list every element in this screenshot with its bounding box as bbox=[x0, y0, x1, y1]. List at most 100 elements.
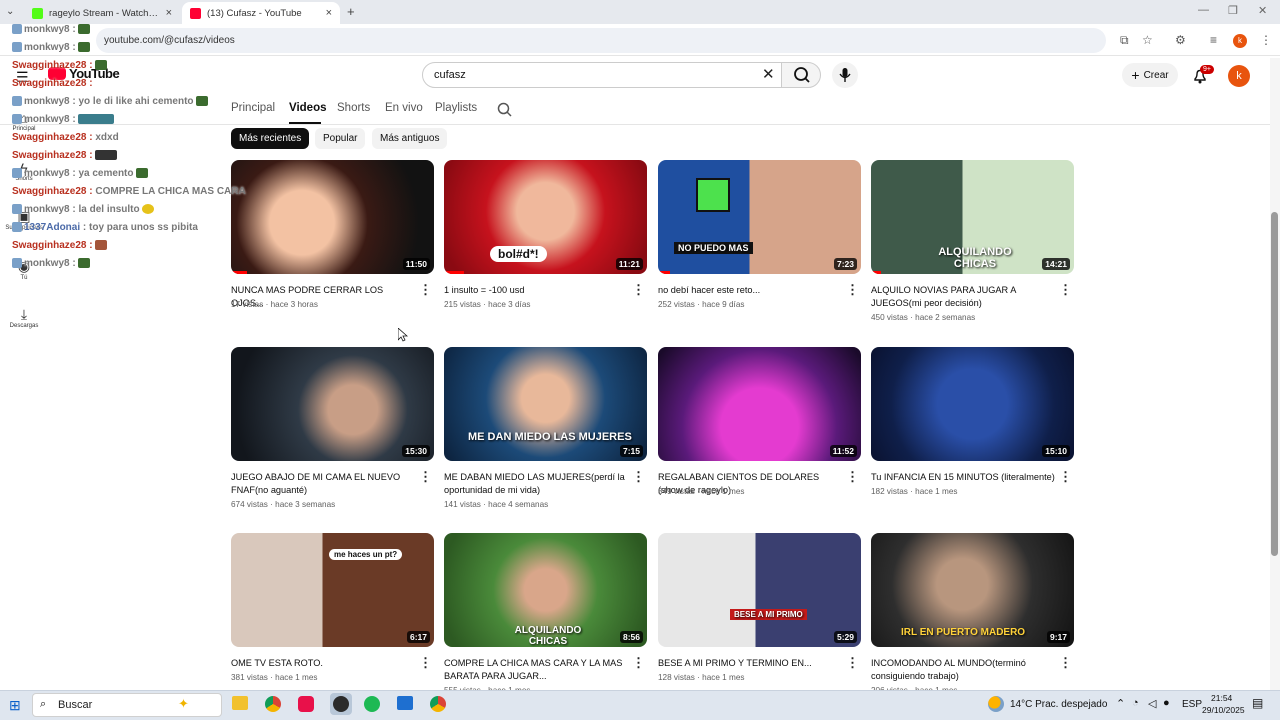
minimize-icon[interactable]: — bbox=[1198, 4, 1209, 16]
chrome-profile-icon[interactable] bbox=[430, 696, 446, 712]
weather-text[interactable]: 14°C Prac. despejado bbox=[1010, 699, 1107, 710]
tab-groups-icon[interactable]: ≡ bbox=[1210, 33, 1217, 47]
video-title[interactable]: JUEGO ABAJO DE MI CAMA EL NUEVO FNAF(no … bbox=[231, 471, 416, 497]
video-title[interactable]: Tu INFANCIA EN 15 MINUTOS (literalmente) bbox=[871, 471, 1056, 484]
more-actions-icon[interactable]: ⋮ bbox=[632, 469, 645, 485]
chip-popular[interactable]: Popular bbox=[315, 128, 366, 149]
tab-close-icon[interactable]: × bbox=[166, 7, 172, 19]
file-explorer-icon[interactable] bbox=[232, 696, 248, 710]
tab-search-icon[interactable]: ⌄ bbox=[6, 6, 14, 17]
taskbar-search-text[interactable]: Buscar bbox=[58, 699, 92, 711]
network-icon[interactable]: ◔ bbox=[1132, 697, 1139, 709]
volume-icon[interactable]: ◁ bbox=[1148, 697, 1156, 710]
more-actions-icon[interactable]: ⋮ bbox=[419, 655, 432, 671]
more-actions-icon[interactable]: ⋮ bbox=[846, 655, 859, 671]
spotify-icon[interactable] bbox=[364, 696, 380, 712]
clear-search-icon[interactable]: ✕ bbox=[762, 65, 775, 83]
scrollbar-thumb[interactable] bbox=[1271, 212, 1278, 556]
restore-icon[interactable]: ❐ bbox=[1228, 4, 1238, 17]
video-thumbnail[interactable]: me haces un pt? 6:17 bbox=[231, 533, 434, 647]
url-text[interactable]: youtube.com/@cufasz/videos bbox=[104, 35, 235, 46]
video-title[interactable]: OME TV ESTA ROTO. bbox=[231, 657, 416, 670]
video-card[interactable]: me haces un pt? 6:17 OME TV ESTA ROTO. ⋮… bbox=[231, 533, 434, 682]
video-thumbnail[interactable]: 11:50 bbox=[231, 160, 434, 274]
chip-mas-recientes[interactable]: Más recientes bbox=[231, 128, 310, 149]
video-title[interactable]: COMPRE LA CHICA MAS CARA Y LA MAS BARATA… bbox=[444, 657, 629, 683]
more-actions-icon[interactable]: ⋮ bbox=[846, 469, 859, 485]
cast-icon[interactable]: ⧉ bbox=[1120, 33, 1129, 48]
profile-avatar-icon[interactable]: k bbox=[1233, 34, 1247, 48]
video-card[interactable]: 11:50 NUNCA MAS PODRE CERRAR LOS OJOS...… bbox=[231, 160, 434, 309]
more-actions-icon[interactable]: ⋮ bbox=[419, 469, 432, 485]
window-app-icon[interactable] bbox=[397, 696, 413, 710]
more-actions-icon[interactable]: ⋮ bbox=[419, 282, 432, 298]
extensions-icon[interactable]: ⚙ bbox=[1175, 33, 1186, 47]
more-actions-icon[interactable]: ⋮ bbox=[846, 282, 859, 298]
tiktok-icon[interactable] bbox=[298, 696, 314, 712]
browser-tab-youtube[interactable]: (13) Cufasz - YouTube × bbox=[182, 2, 340, 24]
tab-principal[interactable]: Principal bbox=[231, 102, 275, 114]
video-title[interactable]: no debí hacer este reto... bbox=[658, 284, 843, 297]
video-thumbnail[interactable]: IRL EN PUERTO MADERO 9:17 bbox=[871, 533, 1074, 647]
language-indicator[interactable]: ESP bbox=[1182, 699, 1202, 710]
video-card[interactable]: ME DAN MIEDO LAS MUJERES 7:15 ME DABAN M… bbox=[444, 347, 647, 509]
video-title[interactable]: INCOMODANDO AL MUNDO(terminó consiguiend… bbox=[871, 657, 1056, 683]
tray-overflow-icon[interactable]: ⌃ bbox=[1116, 697, 1125, 710]
more-actions-icon[interactable]: ⋮ bbox=[1059, 282, 1072, 298]
tab-videos[interactable]: Videos bbox=[289, 102, 327, 114]
video-duration: 8:56 bbox=[619, 631, 643, 643]
video-title[interactable]: BESE A MI PRIMO Y TERMINO EN... bbox=[658, 657, 843, 670]
video-card[interactable]: bol#d*! 11:21 1 insulto = -100 usd ⋮ 215… bbox=[444, 160, 647, 309]
more-actions-icon[interactable]: ⋮ bbox=[632, 655, 645, 671]
voice-search-button[interactable] bbox=[832, 62, 858, 88]
video-card[interactable]: 15:30 JUEGO ABAJO DE MI CAMA EL NUEVO FN… bbox=[231, 347, 434, 509]
video-title[interactable]: ALQUILO NOVIAS PARA JUGAR A JUEGOS(mi pe… bbox=[871, 284, 1056, 310]
search-box[interactable] bbox=[422, 62, 787, 88]
more-actions-icon[interactable]: ⋮ bbox=[1059, 469, 1072, 485]
video-card[interactable]: 15:10 Tu INFANCIA EN 15 MINUTOS (literal… bbox=[871, 347, 1074, 496]
channel-search-icon[interactable] bbox=[497, 102, 512, 117]
more-actions-icon[interactable]: ⋮ bbox=[1059, 655, 1072, 671]
video-title[interactable]: ME DABAN MIEDO LAS MUJERES(perdí la opor… bbox=[444, 471, 629, 497]
video-card[interactable]: NO PUEDO MAS 7:23 no debí hacer este ret… bbox=[658, 160, 861, 309]
tab-close-icon[interactable]: × bbox=[326, 7, 332, 19]
search-button[interactable] bbox=[781, 62, 821, 88]
chip-mas-antiguos[interactable]: Más antiguos bbox=[372, 128, 448, 149]
video-card[interactable]: ALQUILANDO CHICAS 14:21 ALQUILO NOVIAS P… bbox=[871, 160, 1074, 322]
video-thumbnail[interactable]: ALQUILANDO CHICAS 14:21 bbox=[871, 160, 1074, 274]
browser-tab-kick[interactable]: rageylo Stream - Watch Live on Kick × bbox=[24, 2, 180, 24]
create-button[interactable]: + Crear bbox=[1122, 63, 1178, 87]
video-thumbnail[interactable]: 15:30 bbox=[231, 347, 434, 461]
video-thumbnail[interactable]: ME DAN MIEDO LAS MUJERES 7:15 bbox=[444, 347, 647, 461]
more-actions-icon[interactable]: ⋮ bbox=[632, 282, 645, 298]
sidebar-item-descargas[interactable]: ⤓ Descargas bbox=[0, 306, 48, 329]
search-input[interactable]: cufasz bbox=[434, 69, 466, 81]
video-title[interactable]: 1 insulto = -100 usd bbox=[444, 284, 629, 297]
browser-menu-icon[interactable]: ⋮ bbox=[1260, 33, 1272, 47]
tab-playlists[interactable]: Playlists bbox=[435, 102, 477, 114]
account-avatar[interactable]: k bbox=[1228, 65, 1250, 87]
video-card[interactable]: 11:52 REGALABAN CIENTOS DE DOLARES (show… bbox=[658, 347, 861, 496]
video-thumbnail[interactable]: bol#d*! 11:21 bbox=[444, 160, 647, 274]
video-card[interactable]: BESE A MI PRIMO 5:29 BESE A MI PRIMO Y T… bbox=[658, 533, 861, 682]
video-card[interactable]: ALQUILANDO CHICAS 8:56 COMPRE LA CHICA M… bbox=[444, 533, 647, 695]
microphone-tray-icon[interactable]: ● bbox=[1163, 697, 1170, 709]
windows-start-icon[interactable]: ⊞ bbox=[9, 697, 21, 714]
chrome-icon[interactable] bbox=[265, 696, 281, 712]
clock-time[interactable]: 21:54 bbox=[1211, 693, 1232, 703]
video-thumbnail[interactable]: 15:10 bbox=[871, 347, 1074, 461]
bookmark-star-icon[interactable]: ☆ bbox=[1142, 33, 1153, 47]
notification-center-icon[interactable]: ▤ bbox=[1252, 696, 1263, 710]
tab-en-vivo[interactable]: En vivo bbox=[385, 102, 423, 114]
tab-shorts[interactable]: Shorts bbox=[337, 102, 370, 114]
video-thumbnail[interactable]: ALQUILANDO CHICAS 8:56 bbox=[444, 533, 647, 647]
new-tab-button[interactable]: + bbox=[347, 4, 355, 19]
close-window-icon[interactable]: ✕ bbox=[1258, 4, 1267, 17]
video-card[interactable]: IRL EN PUERTO MADERO 9:17 INCOMODANDO AL… bbox=[871, 533, 1074, 695]
weather-icon[interactable] bbox=[988, 696, 1004, 712]
video-thumbnail[interactable]: BESE A MI PRIMO 5:29 bbox=[658, 533, 861, 647]
clock-date[interactable]: 29/10/2025 bbox=[1202, 705, 1245, 715]
video-thumbnail[interactable]: NO PUEDO MAS 7:23 bbox=[658, 160, 861, 274]
address-bar[interactable] bbox=[96, 28, 1106, 53]
video-thumbnail[interactable]: 11:52 bbox=[658, 347, 861, 461]
